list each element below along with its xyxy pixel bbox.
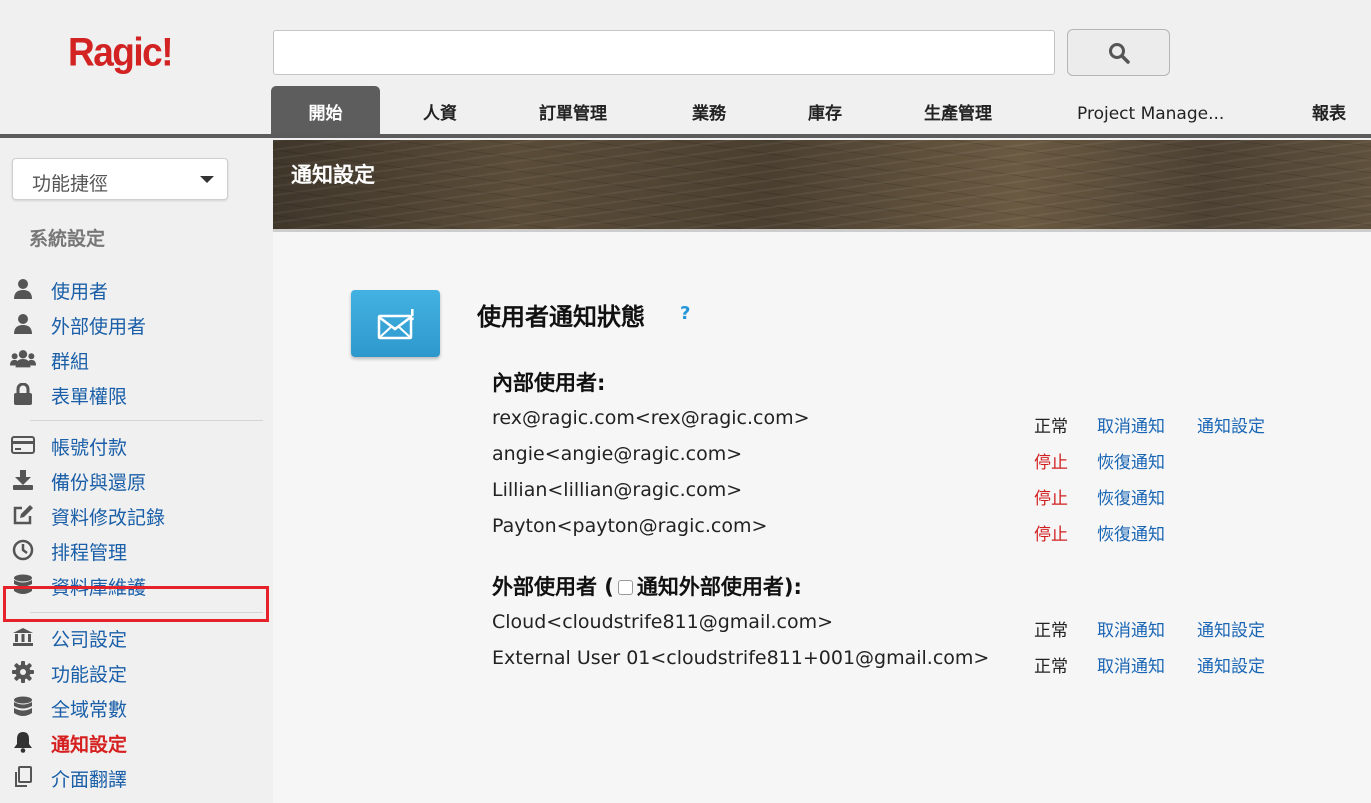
tab-hr[interactable]: 人資 [423, 86, 457, 134]
status-badge: 停止 [1034, 525, 1068, 545]
caret-down-icon [200, 176, 214, 183]
sidebar-item-label: 外部使用者 [51, 316, 147, 338]
cancel-notification-link[interactable]: 取消通知 [1097, 652, 1165, 677]
users-icon [10, 347, 36, 371]
resume-notification-link[interactable]: 恢復通知 [1097, 448, 1165, 473]
user-name: angie<angie@ragic.com> [492, 443, 743, 465]
sidebar-item-label: 通知設定 [51, 734, 128, 756]
mail-alert-icon [377, 308, 414, 339]
internal-users-title: 內部使用者: [492, 371, 606, 395]
section-heading: 使用者通知狀態 [477, 303, 645, 331]
page-title: 通知設定 [291, 163, 375, 187]
sidebar-item-form-permissions[interactable]: 表單權限 [0, 377, 273, 411]
resume-notification-link[interactable]: 恢復通知 [1097, 520, 1165, 545]
sidebar-item-label: 公司設定 [51, 629, 128, 651]
sidebar-item-backup-restore[interactable]: 備份與還原 [0, 463, 273, 497]
sidebar-item-label: 排程管理 [51, 542, 128, 564]
sidebar-item-external-users[interactable]: 外部使用者 [0, 307, 273, 341]
tab-reports[interactable]: 報表 [1312, 86, 1346, 134]
sidebar-item-label: 表單權限 [51, 386, 128, 408]
credit-card-icon [10, 433, 36, 457]
ragic-logo[interactable]: Ragic! [68, 30, 174, 75]
search-icon [1108, 42, 1130, 64]
resume-notification-link[interactable]: 恢復通知 [1097, 484, 1165, 509]
help-icon[interactable]: ? [680, 303, 690, 324]
sidebar-item-label: 使用者 [51, 281, 109, 303]
sidebar-item-label: 備份與還原 [51, 472, 147, 494]
lock-icon [10, 382, 36, 406]
gear-icon [10, 660, 36, 684]
active-item-highlight [3, 586, 269, 622]
sidebar-item-label: 群組 [51, 351, 90, 373]
user-icon [10, 277, 36, 301]
sidebar-item-notification-settings[interactable]: 通知設定 [0, 725, 273, 759]
sidebar-item-label: 資料修改記錄 [51, 507, 166, 529]
bell-icon [10, 730, 36, 754]
user-name: Cloud<cloudstrife811@gmail.com> [492, 611, 834, 633]
user-name: Payton<payton@ragic.com> [492, 515, 768, 537]
status-badge: 正常 [1034, 657, 1068, 677]
status-badge: 停止 [1034, 453, 1068, 473]
status-badge: 停止 [1034, 489, 1068, 509]
sidebar-item-label: 功能設定 [51, 664, 128, 686]
external-users-title-suffix: 通知外部使用者): [636, 575, 802, 599]
top-nav-tabs: 開始 人資 訂單管理 業務 庫存 生產管理 Project Manage... … [0, 86, 1371, 134]
user-icon [10, 312, 36, 336]
sidebar-item-feature-settings[interactable]: 功能設定 [0, 655, 273, 689]
sidebar-item-billing[interactable]: 帳號付款 [0, 428, 273, 462]
sidebar-item-schedule[interactable]: 排程管理 [0, 533, 273, 567]
external-users-title-prefix: 外部使用者 ( [492, 575, 614, 599]
tab-start[interactable]: 開始 [271, 86, 380, 134]
edit-icon [10, 503, 36, 527]
sidebar-item-label: 介面翻譯 [51, 769, 128, 791]
bank-icon [10, 625, 36, 649]
page-banner: 通知設定 [273, 140, 1371, 229]
sidebar-item-change-log[interactable]: 資料修改記錄 [0, 498, 273, 532]
search-button[interactable] [1067, 29, 1170, 76]
external-users-title: 外部使用者 ( 通知外部使用者): [492, 571, 802, 601]
sidebar-item-groups[interactable]: 群組 [0, 342, 273, 376]
notification-settings-link[interactable]: 通知設定 [1197, 652, 1265, 677]
sidebar-item-label: 全域常數 [51, 699, 128, 721]
sidebar-item-global-constants[interactable]: 全域常數 [0, 690, 273, 724]
tab-project-management[interactable]: Project Manage... [1077, 86, 1224, 134]
menu-divider [30, 420, 263, 421]
tab-production[interactable]: 生產管理 [924, 86, 992, 134]
notification-settings-link[interactable]: 通知設定 [1197, 412, 1265, 437]
copy-icon [10, 765, 36, 789]
tab-orders[interactable]: 訂單管理 [539, 86, 607, 134]
tab-sales[interactable]: 業務 [692, 86, 726, 134]
sidebar-item-interface-translation[interactable]: 介面翻譯 [0, 760, 273, 794]
notify-external-users-checkbox[interactable] [617, 580, 633, 595]
notification-mail-tile [351, 290, 440, 357]
sidebar-item-company-settings[interactable]: 公司設定 [0, 620, 273, 654]
status-badge: 正常 [1034, 417, 1068, 437]
download-icon [10, 468, 36, 492]
section-title: 系統設定 [29, 228, 106, 250]
user-name: Lillian<lillian@ragic.com> [492, 479, 743, 501]
user-name: rex@ragic.com<rex@ragic.com> [492, 407, 810, 429]
tab-inventory[interactable]: 庫存 [808, 86, 842, 134]
user-name: External User 01<cloudstrife811+001@gmai… [492, 647, 990, 669]
notification-settings-link[interactable]: 通知設定 [1197, 616, 1265, 641]
shortcut-dropdown[interactable]: 功能捷徑 [12, 158, 228, 200]
search-input[interactable] [273, 30, 1055, 75]
cancel-notification-link[interactable]: 取消通知 [1097, 412, 1165, 437]
status-badge: 正常 [1034, 621, 1068, 641]
sidebar-item-users[interactable]: 使用者 [0, 272, 273, 306]
sidebar-item-label: 帳號付款 [51, 437, 128, 459]
cancel-notification-link[interactable]: 取消通知 [1097, 616, 1165, 641]
sidebar: 功能捷徑 系統設定 使用者 外部使用者 群組 表單權限 帳號付款 備份與還原 資… [0, 138, 273, 803]
clock-icon [10, 538, 36, 562]
database-icon [10, 695, 36, 719]
shortcut-label: 功能捷徑 [32, 173, 109, 195]
